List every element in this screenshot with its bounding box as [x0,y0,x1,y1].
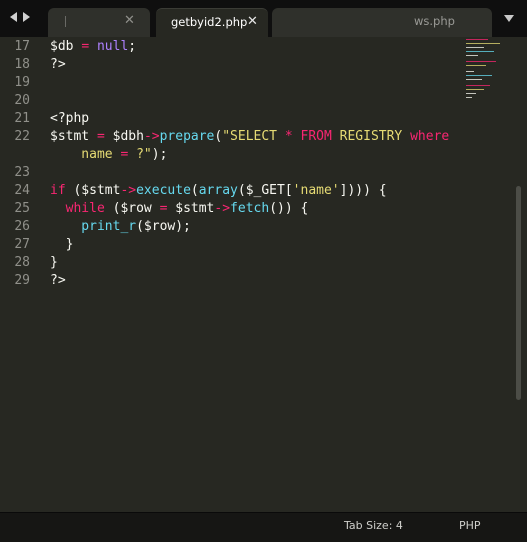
code-token: = [96,129,105,144]
tab-ws-php[interactable]: ws.php [272,8,492,37]
code-line[interactable]: } [50,236,74,254]
tab-size-indicator[interactable]: Tab Size: 4 [344,519,403,532]
code-token: } [50,255,58,270]
code-token: ]))) { [339,183,387,198]
code-line[interactable]: $db = null; [50,38,136,56]
line-number: 20 [14,93,30,108]
code-token: -> [214,201,231,216]
code-token: if [50,183,66,198]
code-line[interactable]: while ($row = $stmt->fetch()) { [50,200,309,218]
tab-bar: ✕ getbyid2.php ✕ ws.php [0,0,527,38]
vertical-scrollbar[interactable] [516,186,521,400]
code-token: -> [120,183,137,198]
code-token: <?php [50,111,90,126]
code-token: ( [190,183,199,198]
code-token: ); [151,147,168,162]
code-line[interactable]: if ($stmt->execute(array($_GET['name']))… [50,182,387,200]
code-line[interactable]: print_r($row); [50,218,191,236]
line-number: 17 [14,39,30,54]
code-token: execute [136,183,191,198]
minimap-line [466,39,488,40]
line-number: 26 [14,219,30,234]
code-token: } [50,237,74,252]
code-token: ?> [50,57,66,72]
code-token: $db [50,39,82,54]
code-token: ($row [104,201,160,216]
code-token: ?" [128,147,152,162]
code-token: $stmt [167,201,215,216]
minimap-line [466,97,472,98]
line-number: 19 [14,75,30,90]
line-number: 21 [14,111,30,126]
code-token: ()) { [269,201,309,216]
tab-label: ws.php [414,14,455,28]
minimap-line [466,85,490,86]
line-number: 28 [14,255,30,270]
code-token: "SELECT [222,129,285,144]
code-token: prepare [159,129,215,144]
line-number: 23 [14,165,30,180]
code-token: FROM [300,129,332,144]
code-token: null [96,39,129,54]
minimap-line [466,61,496,62]
line-number: 22 [14,129,30,144]
tab-cursor-mark [65,16,66,27]
close-icon[interactable]: ✕ [124,13,135,28]
code-token: print_r [50,219,137,234]
line-number: 29 [14,273,30,288]
code-line[interactable]: } [50,254,58,272]
code-line[interactable]: ?> [50,272,66,290]
editor-window: ✕ getbyid2.php ✕ ws.php 17 $db = null; 18?… [0,0,527,542]
code-token: * [284,129,293,144]
tab-label: getbyid2.php [171,15,248,29]
code-token: where [410,129,450,144]
code-token: fetch [230,201,270,216]
line-number: 27 [14,237,30,252]
nav-back-icon[interactable] [10,12,17,22]
minimap-line [466,93,476,94]
code-token: array [198,183,238,198]
code-token: ?> [50,273,66,288]
code-token: $dbh [104,129,144,144]
syntax-indicator[interactable]: PHP [459,519,481,532]
code-token: $stmt [50,129,97,144]
minimap-line [466,47,484,48]
code-token: name [50,147,121,162]
minimap-line [466,75,492,76]
code-token: ($_GET[ [237,183,293,198]
line-number: 18 [14,57,30,72]
code-token: ; [128,39,137,54]
code-line[interactable]: ?> [50,56,66,74]
code-token: -> [143,129,160,144]
code-token: while [50,201,105,216]
close-icon[interactable]: ✕ [247,14,258,29]
tab-dropdown-icon[interactable] [504,15,514,22]
line-number: 24 [14,183,30,198]
minimap-line [466,79,482,80]
code-token: 'name' [292,183,340,198]
line-number: 25 [14,201,30,216]
minimap-line [466,65,486,66]
minimap-line [466,89,484,90]
code-line[interactable]: name = ?"); [50,146,167,164]
code-token: ($stmt [65,183,121,198]
minimap-line [466,55,478,56]
minimap-line [466,51,494,52]
minimap-line [466,43,500,44]
tab-getbyid2-php[interactable]: getbyid2.php ✕ [156,8,268,38]
code-line[interactable]: <?php [50,110,89,128]
code-editor[interactable]: 17 $db = null; 18 ?> 19 20 21 <?php 22 $stmt = $d… [0,37,520,512]
code-token: ($row); [136,219,191,234]
minimap-line [466,71,474,72]
tab-untitled[interactable]: ✕ [48,8,150,37]
status-bar: Tab Size: 4 PHP [0,512,527,542]
code-token: REGISTRY [331,129,411,144]
nav-forward-icon[interactable] [23,12,30,22]
code-line[interactable]: $stmt = $dbh->prepare("SELECT * FROM REG… [50,128,449,146]
minimap[interactable] [464,37,514,107]
code-token: = [81,39,90,54]
